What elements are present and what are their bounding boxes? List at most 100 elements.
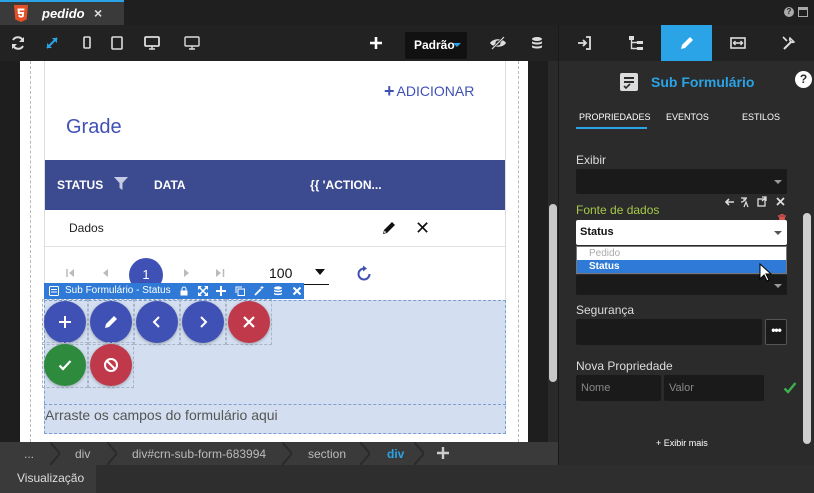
option-pedido[interactable]: Pedido — [577, 247, 786, 260]
help-icon[interactable]: ? — [784, 7, 794, 17]
tab-visualizacao[interactable]: Visualização — [0, 465, 96, 493]
guide-line — [30, 61, 31, 442]
close-icon — [776, 197, 785, 206]
plus-icon: + — [384, 81, 395, 101]
chevron-left-icon — [152, 316, 160, 328]
eye-slash-icon[interactable] — [489, 35, 507, 51]
tab-tools[interactable] — [763, 25, 814, 61]
exibir-label: Exibir — [576, 153, 607, 167]
breadcrumb-item[interactable]: ... — [24, 442, 34, 465]
tab-pedido[interactable]: pedido × — [0, 0, 124, 25]
breadcrumb-item-active[interactable]: div — [387, 442, 404, 465]
database-icon[interactable] — [273, 286, 283, 296]
monitor-icon[interactable] — [184, 35, 200, 51]
expand-icon[interactable] — [198, 286, 208, 296]
tablet-icon[interactable] — [109, 35, 125, 51]
tab-tree[interactable] — [610, 25, 661, 61]
breadcrumb-item[interactable]: div#crn-sub-form-683994 — [132, 442, 266, 465]
help-icon[interactable]: ? — [795, 71, 812, 88]
pagination: 1 100 — [45, 248, 505, 292]
status-bar: Visualização — [0, 465, 814, 493]
edit-icon — [105, 316, 117, 328]
active-tab-indicator — [576, 127, 647, 129]
lock-icon[interactable] — [179, 286, 189, 296]
chevron-down-icon — [774, 284, 782, 288]
seguranca-more-button[interactable]: ••• — [765, 319, 787, 345]
close-icon[interactable] — [292, 286, 302, 296]
edit-icon[interactable] — [381, 220, 397, 236]
show-more-button[interactable]: + Exibir mais — [656, 438, 708, 448]
edit-fab-button[interactable] — [90, 301, 132, 343]
delete-icon[interactable]: ✕ — [415, 219, 430, 237]
data-source-options: Pedido Status — [576, 246, 787, 274]
first-page-icon[interactable] — [66, 269, 76, 277]
theme-select-value: Padrão — [414, 38, 455, 52]
subtab-eventos[interactable]: EVENTOS — [666, 112, 709, 122]
previous-fab-button[interactable] — [136, 301, 178, 343]
desktop-icon[interactable] — [144, 35, 160, 51]
canvas-scrollbar-thumb[interactable] — [549, 204, 557, 382]
breadcrumb-item[interactable]: section — [308, 442, 346, 465]
filter-icon[interactable] — [114, 177, 128, 190]
breadcrumb-separator — [282, 442, 292, 465]
add-icon[interactable] — [368, 35, 384, 51]
tab-edit[interactable] — [661, 25, 712, 61]
add-icon[interactable] — [216, 286, 226, 296]
refresh-icon[interactable] — [355, 265, 373, 283]
column-header-data[interactable]: DATA — [154, 178, 186, 192]
tab-import[interactable] — [559, 25, 610, 61]
subtab-propriedades[interactable]: PROPRIEDADES — [579, 112, 651, 122]
mobile-icon[interactable] — [79, 35, 95, 51]
back-arrow-icon — [725, 198, 734, 206]
prev-page-icon[interactable] — [101, 269, 109, 277]
tab-close-button[interactable]: × — [94, 5, 102, 21]
add-fab-button[interactable] — [44, 301, 86, 343]
database-icon[interactable] — [529, 35, 545, 51]
breadcrumb-separator — [50, 442, 60, 465]
expand-icon[interactable] — [44, 35, 60, 51]
chevron-down-icon — [453, 43, 461, 47]
seguranca-label: Segurança — [576, 303, 635, 317]
nova-propriedade-label: Nova Propriedade — [576, 359, 673, 373]
hidden-field-select[interactable] — [576, 275, 787, 295]
nome-input[interactable]: Nome — [576, 375, 661, 401]
next-page-icon[interactable] — [183, 269, 191, 277]
add-button[interactable]: + ADICIONAR — [384, 80, 474, 101]
column-header-status[interactable]: STATUS — [57, 178, 103, 192]
breadcrumb-item[interactable]: div — [75, 442, 90, 465]
copy-icon[interactable] — [235, 286, 245, 296]
edit-icon — [681, 37, 693, 49]
breadcrumb-separator — [107, 442, 117, 465]
column-header-action[interactable]: {{ 'ACTION... — [310, 178, 382, 192]
cancel-fab-button[interactable] — [228, 301, 270, 343]
maximize-icon[interactable] — [798, 7, 808, 17]
plus-icon — [59, 316, 71, 328]
add-icon[interactable] — [436, 446, 450, 460]
subtab-estilos[interactable]: ESTILOS — [742, 112, 780, 122]
save-fab-button[interactable] — [44, 344, 86, 386]
chevron-right-icon — [200, 316, 208, 328]
next-fab-button[interactable] — [182, 301, 224, 343]
valor-input[interactable]: Valor — [664, 375, 764, 401]
grid-header: STATUS DATA {{ 'ACTION... — [45, 160, 505, 210]
seguranca-input[interactable] — [576, 319, 762, 345]
tab-label: pedido — [42, 6, 85, 21]
html5-icon — [14, 5, 28, 22]
resize-horizontal-icon — [730, 37, 746, 49]
exibir-select[interactable] — [576, 169, 787, 194]
data-source-select[interactable]: Status — [576, 220, 787, 245]
theme-select[interactable]: Padrão — [405, 32, 467, 59]
table-row[interactable]: Dados ✕ — [45, 210, 505, 247]
refresh-icon[interactable] — [10, 35, 26, 51]
panel-title: Sub Formulário — [651, 74, 755, 90]
chevron-down-icon — [774, 231, 782, 235]
option-status[interactable]: Status — [577, 260, 786, 273]
last-page-icon[interactable] — [215, 269, 225, 277]
check-icon[interactable] — [783, 381, 797, 395]
page-size-select[interactable]: 100 — [269, 265, 292, 281]
guide-line — [518, 61, 519, 442]
tab-resize[interactable] — [712, 25, 763, 61]
magic-wand-icon[interactable] — [254, 286, 264, 296]
panel-scrollbar[interactable] — [803, 213, 811, 444]
block-fab-button[interactable] — [90, 344, 132, 386]
